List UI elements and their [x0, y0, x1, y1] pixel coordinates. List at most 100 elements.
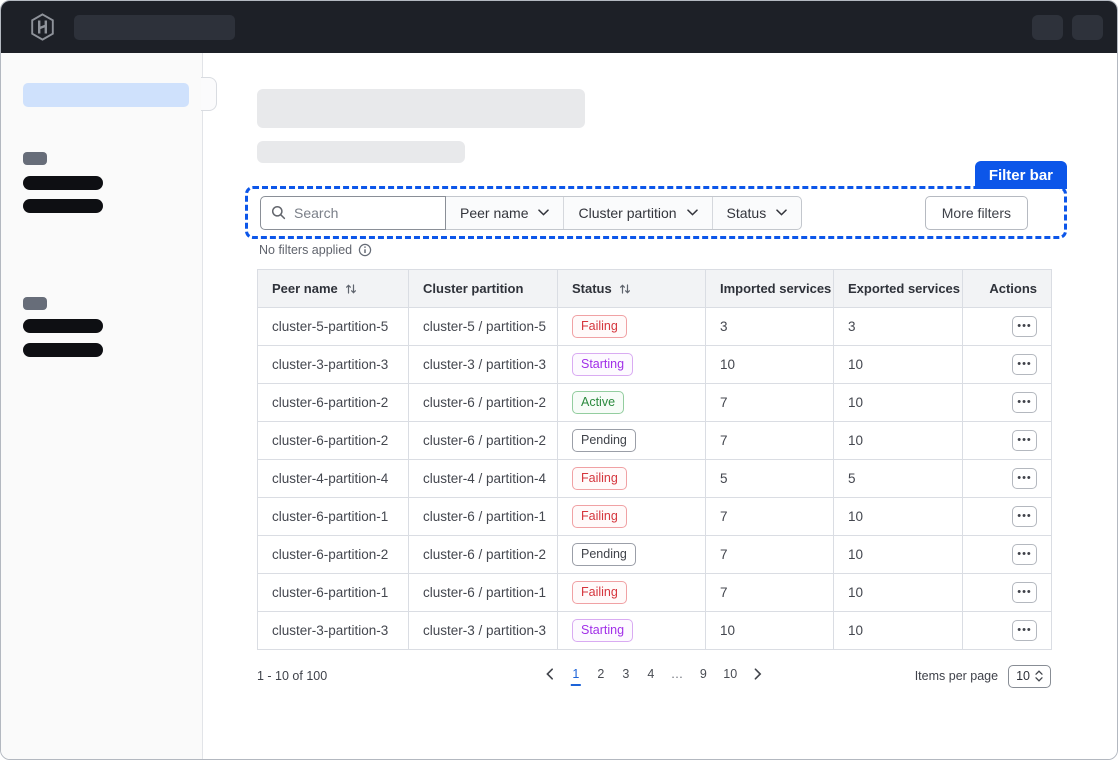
cell-peer-name: cluster-3-partition-3: [258, 612, 409, 650]
cell-peer-name: cluster-6-partition-1: [258, 574, 409, 612]
pagination-summary: 1 - 10 of 100: [257, 669, 327, 683]
search-input-wrapper: [260, 196, 446, 230]
sidebar-nav-item-placeholder-3: [23, 319, 103, 333]
cell-imported-services: 3: [706, 308, 834, 346]
chevron-down-icon: [538, 209, 549, 216]
column-header-peer-name[interactable]: Peer name: [258, 270, 409, 308]
status-badge: Starting: [572, 353, 633, 377]
page-title-placeholder: [257, 89, 585, 128]
row-actions-button[interactable]: •••: [1012, 582, 1037, 603]
cell-cluster-partition: cluster-3 / partition-3: [409, 612, 558, 650]
cell-imported-services: 10: [706, 612, 834, 650]
page-subtitle-placeholder: [257, 141, 465, 163]
hashicorp-logo-icon: [29, 13, 56, 41]
items-per-page-select[interactable]: 10: [1008, 665, 1051, 688]
cell-imported-services: 10: [706, 346, 834, 384]
table-header-row: Peer name Cluster partition Status Impor…: [258, 270, 1052, 308]
column-header-imported-services: Imported services: [706, 270, 834, 308]
cell-cluster-partition: cluster-6 / partition-2: [409, 536, 558, 574]
cell-exported-services: 10: [834, 612, 963, 650]
sidebar: [1, 53, 203, 760]
row-actions-button[interactable]: •••: [1012, 430, 1037, 451]
row-actions-button[interactable]: •••: [1012, 544, 1037, 565]
cell-exported-services: 3: [834, 308, 963, 346]
cell-peer-name: cluster-6-partition-2: [258, 422, 409, 460]
filter-dropdown-status[interactable]: Status: [712, 197, 802, 229]
cell-imported-services: 7: [706, 574, 834, 612]
table-row: cluster-5-partition-5 cluster-5 / partit…: [258, 308, 1052, 346]
cell-exported-services: 5: [834, 460, 963, 498]
table-row: cluster-6-partition-2 cluster-6 / partit…: [258, 536, 1052, 574]
table-row: cluster-6-partition-2 cluster-6 / partit…: [258, 384, 1052, 422]
cell-cluster-partition: cluster-6 / partition-2: [409, 384, 558, 422]
cell-status: Active: [558, 384, 706, 422]
cell-actions: •••: [963, 536, 1052, 574]
cell-status: Starting: [558, 346, 706, 384]
sort-icon: [345, 283, 357, 295]
filter-dropdown-cluster-partition-label: Cluster partition: [578, 205, 676, 221]
filters-status-line: No filters applied: [259, 243, 372, 257]
row-actions-button[interactable]: •••: [1012, 506, 1037, 527]
table-row: cluster-6-partition-1 cluster-6 / partit…: [258, 574, 1052, 612]
table-row: cluster-6-partition-2 cluster-6 / partit…: [258, 422, 1052, 460]
cell-status: Pending: [558, 422, 706, 460]
filter-dropdown-cluster-partition[interactable]: Cluster partition: [563, 197, 711, 229]
cell-actions: •••: [963, 574, 1052, 612]
more-filters-button[interactable]: More filters: [925, 196, 1028, 230]
row-actions-button[interactable]: •••: [1012, 468, 1037, 489]
items-per-page-label: Items per page: [915, 669, 998, 683]
pagination-page-9[interactable]: 9: [698, 667, 708, 686]
cell-actions: •••: [963, 460, 1052, 498]
cell-imported-services: 7: [706, 384, 834, 422]
select-stepper-icon: [1035, 670, 1043, 682]
filter-dropdown-peer-name[interactable]: Peer name: [446, 197, 563, 229]
filter-bar-annotation-tag: Filter bar: [975, 161, 1067, 189]
cell-peer-name: cluster-5-partition-5: [258, 308, 409, 346]
pagination-page-3[interactable]: 3: [621, 667, 631, 686]
cell-imported-services: 7: [706, 422, 834, 460]
status-badge: Active: [572, 391, 624, 415]
chevron-left-icon: [546, 668, 554, 680]
info-icon[interactable]: [358, 243, 372, 257]
navbar-search-placeholder: [74, 15, 235, 40]
sidebar-section-label-placeholder-1: [23, 152, 47, 165]
status-badge: Failing: [572, 315, 627, 339]
cell-status: Failing: [558, 498, 706, 536]
row-actions-button[interactable]: •••: [1012, 620, 1037, 641]
cell-cluster-partition: cluster-6 / partition-1: [409, 574, 558, 612]
cell-status: Failing: [558, 574, 706, 612]
search-input[interactable]: [294, 205, 414, 221]
pagination-page-1[interactable]: 1: [571, 667, 581, 686]
pagination-next-button[interactable]: [752, 668, 764, 684]
row-actions-button[interactable]: •••: [1012, 354, 1037, 375]
pagination-pages: 1234 … 9 10: [544, 667, 764, 686]
cell-imported-services: 7: [706, 498, 834, 536]
chevron-down-icon: [687, 209, 698, 216]
pagination-page-4[interactable]: 4: [646, 667, 656, 686]
pagination-prev-button[interactable]: [544, 668, 556, 684]
cell-exported-services: 10: [834, 536, 963, 574]
table-body: cluster-5-partition-5 cluster-5 / partit…: [258, 308, 1052, 650]
cell-actions: •••: [963, 346, 1052, 384]
table-row: cluster-3-partition-3 cluster-3 / partit…: [258, 612, 1052, 650]
status-badge: Pending: [572, 429, 636, 453]
cell-imported-services: 7: [706, 536, 834, 574]
cell-peer-name: cluster-6-partition-2: [258, 384, 409, 422]
table-row: cluster-6-partition-1 cluster-6 / partit…: [258, 498, 1052, 536]
sidebar-nav-item-placeholder-1: [23, 176, 103, 190]
cell-cluster-partition: cluster-6 / partition-2: [409, 422, 558, 460]
pagination-ellipsis: …: [671, 667, 684, 686]
table-row: cluster-4-partition-4 cluster-4 / partit…: [258, 460, 1052, 498]
cell-peer-name: cluster-6-partition-1: [258, 498, 409, 536]
row-actions-button[interactable]: •••: [1012, 316, 1037, 337]
pagination-page-10[interactable]: 10: [723, 667, 737, 686]
table-row: cluster-3-partition-3 cluster-3 / partit…: [258, 346, 1052, 384]
status-badge: Pending: [572, 543, 636, 567]
column-header-cluster-partition: Cluster partition: [409, 270, 558, 308]
column-header-status[interactable]: Status: [558, 270, 706, 308]
no-filters-text: No filters applied: [259, 243, 352, 257]
row-actions-button[interactable]: •••: [1012, 392, 1037, 413]
peers-table: Peer name Cluster partition Status Impor…: [257, 269, 1052, 650]
pagination-page-2[interactable]: 2: [596, 667, 606, 686]
filter-dropdown-status-label: Status: [727, 205, 767, 221]
